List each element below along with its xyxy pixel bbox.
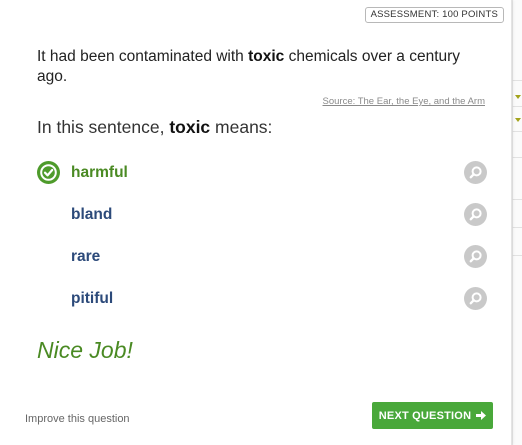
answer-choice-rare[interactable]: rare: [37, 242, 487, 272]
answer-choice-harmful[interactable]: harmful: [37, 158, 487, 188]
source-link[interactable]: Source: The Ear, the Eye, and the Arm: [323, 96, 485, 107]
magnifier-icon[interactable]: [464, 161, 487, 184]
answer-choice-label: harmful: [71, 164, 128, 181]
points-badge: ASSESSMENT: 100 POINTS: [364, 7, 504, 23]
background-marker: [515, 118, 521, 122]
feedback-message: Nice Job!: [37, 337, 133, 363]
magnifier-icon[interactable]: [464, 203, 487, 226]
sentence-keyword: toxic: [248, 48, 285, 65]
answer-choice-pitiful[interactable]: pitiful: [37, 284, 487, 314]
sentence-text: It had been contaminated with: [37, 48, 249, 65]
background-divider: [512, 106, 522, 107]
answer-choice-label: rare: [71, 248, 101, 265]
answer-choice-label: bland: [71, 206, 113, 223]
background-divider: [512, 131, 522, 132]
background-divider: [512, 80, 522, 81]
answer-choice-bland[interactable]: bland: [37, 200, 487, 230]
next-question-label: NEXT QUESTION: [378, 409, 472, 422]
background-page-edge: [512, 0, 522, 445]
magnifier-icon[interactable]: [464, 245, 487, 268]
question-text: In this sentence,: [37, 117, 170, 137]
background-divider: [512, 157, 522, 158]
question-text: means:: [210, 117, 273, 137]
question-card: ASSESSMENT: 100 POINTS It had been conta…: [0, 0, 512, 445]
improve-question-link[interactable]: Improve this question: [25, 413, 130, 425]
answer-choice-label: pitiful: [71, 290, 114, 307]
question-keyword: toxic: [169, 117, 211, 137]
question-prompt: In this sentence, toxic means:: [37, 117, 272, 138]
arrow-right-icon: [476, 411, 487, 420]
magnifier-icon[interactable]: [464, 287, 487, 310]
background-divider: [512, 227, 522, 228]
background-divider: [512, 199, 522, 200]
background-marker: [515, 95, 521, 99]
context-sentence: It had been contaminated with toxic chem…: [37, 47, 485, 87]
background-divider: [512, 255, 522, 256]
next-question-button[interactable]: NEXT QUESTION: [372, 402, 493, 429]
checkmark-icon: [37, 161, 60, 184]
